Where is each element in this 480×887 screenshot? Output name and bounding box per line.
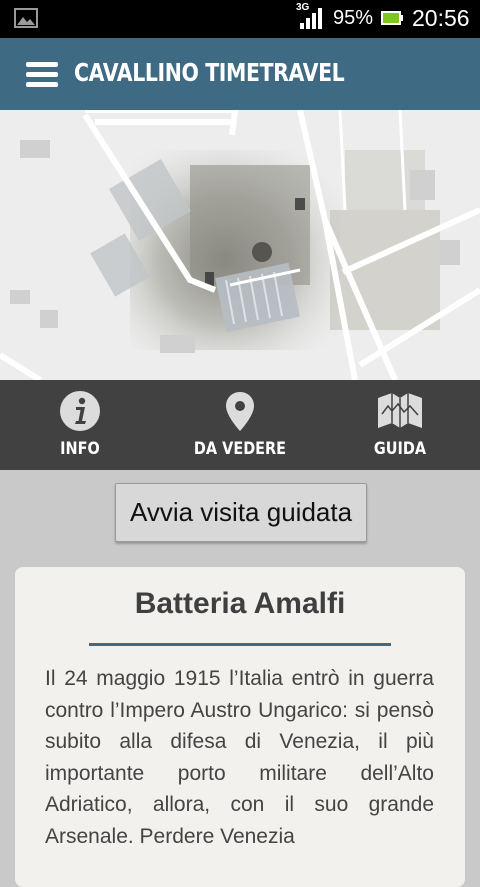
- aerial-map[interactable]: [0, 110, 480, 380]
- clock: 20:56: [412, 5, 470, 31]
- signal-icon: [300, 8, 322, 29]
- info-card: Batteria Amalfi Il 24 maggio 1915 l’Ital…: [15, 567, 465, 887]
- card-title: Batteria Amalfi: [134, 587, 346, 620]
- tab-guida-label: GUIDA: [373, 439, 427, 459]
- tab-da-vedere-label: DA VEDERE: [193, 439, 287, 459]
- battery-percent: 95%: [333, 7, 374, 29]
- location-pin-icon: [226, 392, 254, 431]
- hamburger-menu-icon[interactable]: [26, 62, 58, 88]
- battery-icon: [381, 11, 403, 25]
- map-guide-icon: [378, 393, 422, 428]
- app-bar: CAVALLINO TIMETRAVEL: [0, 38, 480, 110]
- app-title: CAVALLINO TIMETRAVEL: [74, 58, 345, 87]
- tab-da-vedere[interactable]: DA VEDERE: [160, 380, 320, 470]
- tab-guida[interactable]: GUIDA: [320, 380, 480, 470]
- title-divider: [89, 643, 391, 646]
- status-bar: 3G 95% 20:56: [0, 0, 480, 38]
- tab-bar: INFO DA VEDERE GUIDA: [0, 380, 480, 470]
- start-guided-tour-button[interactable]: Avvia visita guidata: [115, 483, 367, 542]
- card-body-text: Il 24 maggio 1915 l’Italia entrò in guer…: [45, 667, 434, 848]
- info-icon: [60, 391, 100, 431]
- aerial-map-image: [0, 110, 480, 380]
- tab-info-label: INFO: [60, 439, 100, 459]
- image-notification-icon: [14, 8, 38, 28]
- tab-info[interactable]: INFO: [0, 380, 160, 470]
